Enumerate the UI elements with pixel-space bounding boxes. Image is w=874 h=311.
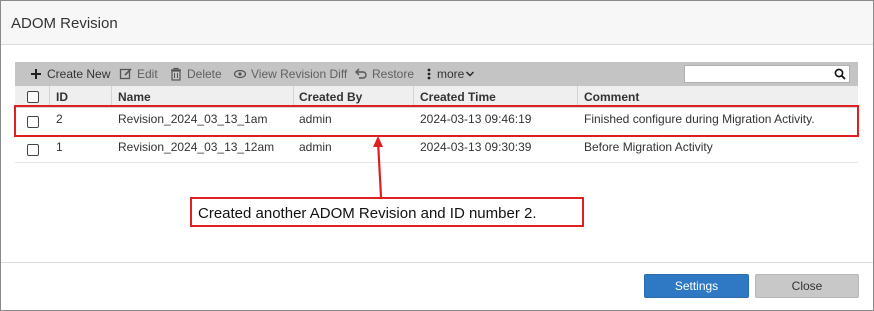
annotation-text: Created another ADOM Revision and ID num… (198, 205, 537, 222)
adom-revision-dialog: ADOM Revision Create New Edit Delete Vie… (0, 0, 874, 311)
column-header-created-by[interactable]: Created By (299, 90, 362, 104)
annotation-arrow-icon (373, 136, 383, 198)
create-new-label: Create New (47, 67, 111, 81)
eye-icon (233, 67, 247, 81)
column-divider (293, 86, 294, 107)
column-divider (577, 86, 578, 107)
row-id: 1 (56, 140, 63, 154)
restore-button[interactable]: Restore (354, 66, 414, 82)
settings-button[interactable]: Settings (644, 274, 749, 298)
more-menu-button[interactable]: more (425, 66, 479, 82)
column-header-id[interactable]: ID (56, 90, 68, 104)
row-divider (15, 162, 858, 163)
row-created-by: admin (299, 140, 332, 154)
column-divider (413, 86, 414, 107)
more-label: more (437, 67, 465, 81)
dialog-title: ADOM Revision (11, 15, 118, 32)
close-button[interactable]: Close (755, 274, 859, 298)
create-new-button[interactable]: Create New (29, 66, 110, 82)
dialog-title-bar: ADOM Revision (1, 1, 873, 45)
chevron-down-icon (465, 67, 475, 81)
edit-button[interactable]: Edit (119, 66, 158, 82)
search-input[interactable] (684, 65, 850, 83)
delete-button[interactable]: Delete (169, 66, 222, 82)
annotation-highlight-box (14, 105, 859, 137)
view-revision-diff-button[interactable]: View Revision Diff (233, 66, 347, 82)
row-checkbox[interactable] (27, 144, 39, 156)
row-comment: Before Migration Activity (584, 140, 713, 154)
column-header-comment[interactable]: Comment (584, 90, 639, 104)
select-all-checkbox[interactable] (27, 91, 39, 103)
trash-icon (169, 67, 183, 81)
table-row[interactable]: 1 Revision_2024_03_13_12am admin 2024-03… (15, 136, 858, 161)
delete-label: Delete (187, 67, 222, 81)
column-divider (49, 86, 50, 107)
column-header-created-time[interactable]: Created Time (420, 90, 496, 104)
search-icon[interactable] (834, 68, 846, 80)
annotation-callout: Created another ADOM Revision and ID num… (190, 197, 584, 227)
toolbar: Create New Edit Delete View Revision Dif… (15, 62, 858, 86)
kebab-icon (425, 67, 433, 81)
row-name: Revision_2024_03_13_12am (118, 140, 275, 154)
column-divider (111, 86, 112, 107)
edit-icon (119, 67, 133, 81)
plus-icon (29, 67, 43, 81)
edit-label: Edit (137, 67, 158, 81)
footer-divider (1, 262, 873, 263)
row-created-time: 2024-03-13 09:30:39 (420, 140, 532, 154)
view-revision-diff-label: View Revision Diff (251, 67, 348, 81)
restore-label: Restore (372, 67, 415, 81)
undo-icon (354, 67, 368, 81)
column-header-name[interactable]: Name (118, 90, 151, 104)
